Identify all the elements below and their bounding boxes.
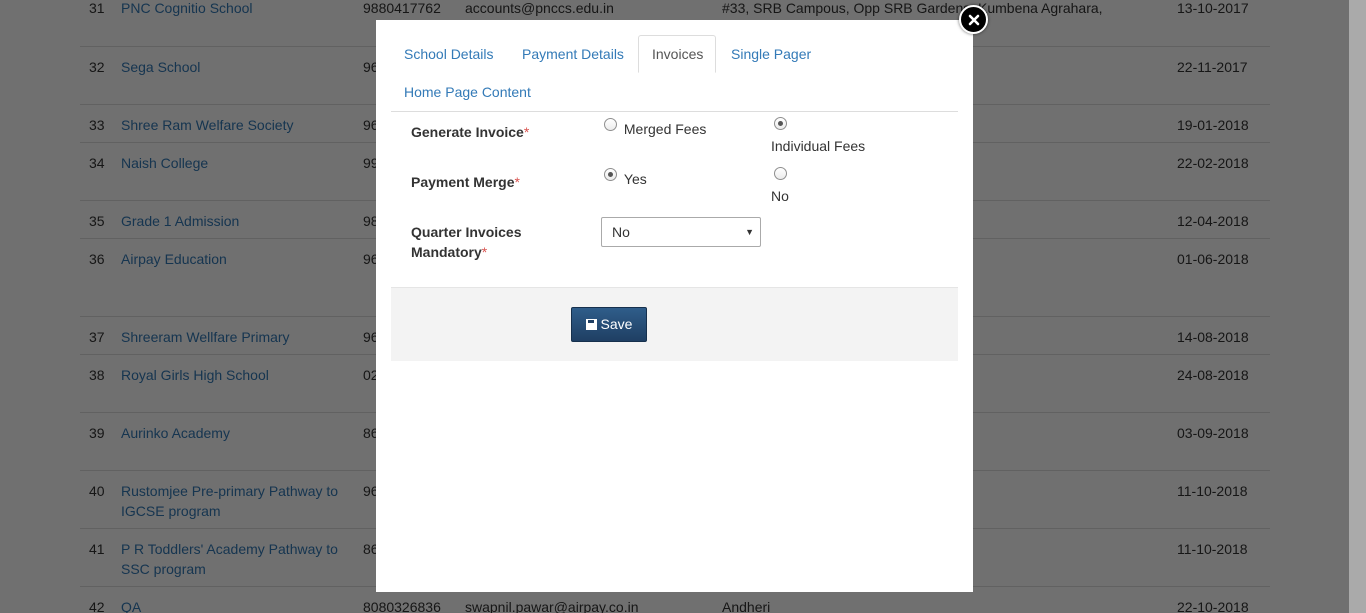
tab-single-pager[interactable]: Single Pager (718, 35, 824, 73)
quarter-invoices-value: No (612, 224, 630, 240)
floppy-disk-icon (585, 319, 597, 330)
merged-fees-label: Merged Fees (623, 121, 707, 137)
school-settings-modal: School Details Payment Details Invoices … (376, 20, 973, 592)
save-button[interactable]: Save (571, 307, 647, 342)
modal-footer: Save (391, 287, 958, 361)
required-mark: * (481, 244, 488, 260)
close-icon (968, 14, 979, 25)
tab-school-details[interactable]: School Details (391, 35, 507, 73)
caret-down-icon: ▼ (745, 227, 754, 237)
payment-merge-yes-label: Yes (623, 171, 647, 187)
tab-payment-details[interactable]: Payment Details (509, 35, 637, 73)
payment-merge-yes-radio[interactable] (604, 168, 617, 181)
quarter-invoices-select[interactable]: No ▼ (601, 217, 761, 247)
modal-tabs: School Details Payment Details Invoices … (391, 35, 958, 112)
page-scrollbar[interactable] (1349, 0, 1366, 613)
save-label: Save (600, 316, 633, 332)
individual-fees-option[interactable]: Individual Fees (771, 117, 868, 154)
quarter-label-line1: Quarter Invoices (411, 224, 522, 240)
payment-merge-label-text: Payment Merge (411, 174, 515, 190)
generate-invoice-label-text: Generate Invoice (411, 124, 524, 140)
required-mark: * (523, 124, 530, 140)
merged-fees-radio[interactable] (604, 118, 617, 131)
payment-merge-label: Payment Merge* (411, 172, 520, 192)
quarter-label-line2: Mandatory (411, 244, 482, 260)
tab-home-page-content[interactable]: Home Page Content (391, 73, 544, 111)
merged-fees-option[interactable]: Merged Fees (604, 118, 707, 137)
payment-merge-no-option[interactable]: No (771, 167, 792, 204)
payment-merge-no-label: No (771, 188, 789, 204)
required-mark: * (514, 174, 520, 190)
generate-invoice-label: Generate Invoice* (411, 122, 529, 142)
individual-fees-label: Individual Fees (771, 138, 866, 154)
individual-fees-radio[interactable] (774, 117, 787, 130)
payment-merge-yes-option[interactable]: Yes (604, 168, 647, 187)
quarter-invoices-label: Quarter Invoices Mandatory* (411, 222, 522, 262)
tab-invoices[interactable]: Invoices (638, 35, 716, 73)
payment-merge-no-radio[interactable] (774, 167, 787, 180)
close-button[interactable] (959, 5, 988, 34)
modal-content: School Details Payment Details Invoices … (391, 35, 958, 577)
